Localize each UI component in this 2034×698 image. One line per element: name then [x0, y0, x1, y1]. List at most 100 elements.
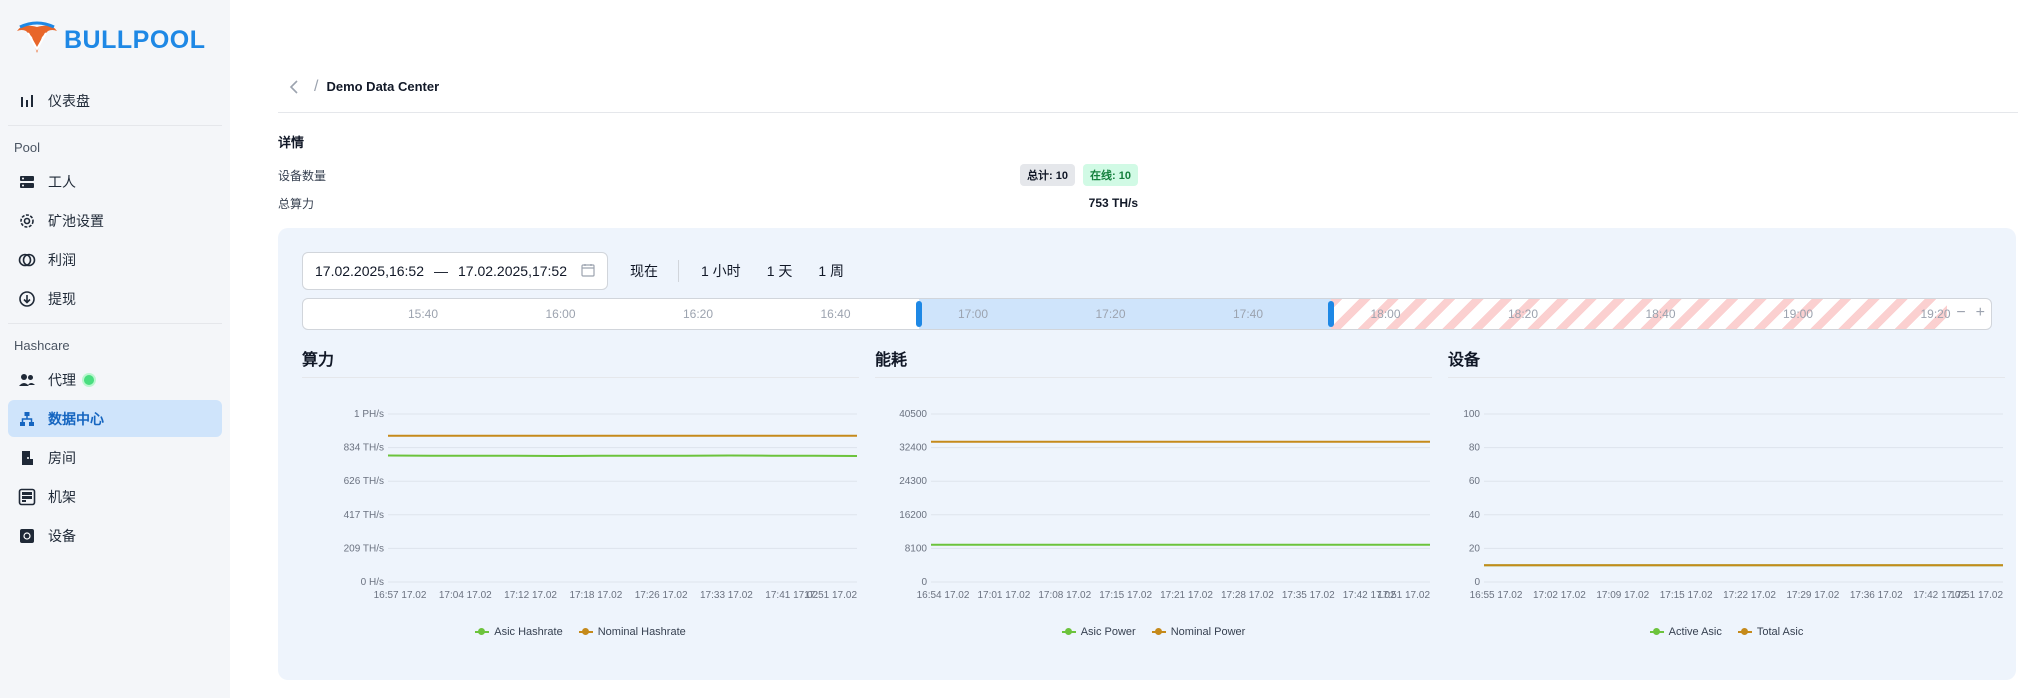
- sidebar-item-label: 设备: [48, 527, 76, 544]
- y-tick-label: 0 H/s: [361, 577, 384, 588]
- x-tick-label: 17:36 17.02: [1850, 590, 1903, 601]
- sidebar-item-label: 工人: [48, 173, 76, 190]
- range-1w-button[interactable]: 1 周: [814, 255, 848, 287]
- sidebar-item-label: 提现: [48, 290, 76, 307]
- hashrate-chart-plot: 0 H/s 209 TH/s 417 TH/s 626 TH/s 834 TH/s 1 P…: [344, 409, 858, 601]
- sidebar-item-withdraw[interactable]: 提现: [8, 280, 222, 317]
- now-button[interactable]: 现在: [626, 255, 662, 287]
- y-tick-label: 417 TH/s: [344, 510, 384, 521]
- timeline-tick-label: 18:00: [1370, 307, 1401, 321]
- range-end: 17.02.2025,17:52: [458, 263, 567, 279]
- chart-title: 能耗: [875, 344, 1432, 378]
- power-chart-plot: 0 8100 16200 24300 32400 40500 16:54 17.02 17:0…: [899, 409, 1430, 601]
- range-1d-button[interactable]: 1 天: [763, 255, 797, 287]
- legend-item[interactable]: Asic Power: [1061, 626, 1136, 638]
- chart-title: 算力: [302, 344, 859, 378]
- sidebar-item-label: 数据中心: [48, 410, 104, 427]
- legend-item[interactable]: Nominal Power: [1151, 626, 1246, 638]
- brand-name: BULLPOOL: [64, 25, 206, 54]
- y-tick-label: 100: [1463, 409, 1480, 420]
- chart-legend: Active Asic Total Asic: [1448, 626, 2005, 638]
- sidebar-item-agents[interactable]: 代理: [8, 361, 222, 398]
- sidebar-item-devices[interactable]: 设备: [8, 517, 222, 554]
- hashrate-row: 总算力 753 TH/s: [278, 189, 1138, 217]
- x-tick-label: 17:01 17.02: [977, 590, 1030, 601]
- legend-item[interactable]: Asic Hashrate: [475, 626, 563, 638]
- timeline-tick-label: 17:20: [1095, 307, 1126, 321]
- x-tick-label: 17:28 17.02: [1221, 590, 1274, 601]
- series-line[interactable]: [387, 454, 858, 458]
- y-tick-label: 40: [1469, 510, 1481, 521]
- legend-label: Active Asic: [1668, 626, 1722, 638]
- x-tick-label: 17:09 17.02: [1596, 590, 1649, 601]
- y-tick-label: 24300: [899, 476, 927, 487]
- timeline-zoom: − +: [1956, 304, 1985, 322]
- devices-chart-plot: 0 20 40 60 80 100 16:55 17.02 17:02 17.02 17:09 …: [1463, 409, 2003, 601]
- devices-chart: 设备 0 20 40 60 80 100 16:55 17.02 17:02 17.02 17:…: [1448, 344, 2005, 638]
- legend-label: Nominal Power: [1170, 626, 1246, 638]
- y-tick-label: 8100: [905, 543, 928, 554]
- y-tick-label: 209 TH/s: [344, 543, 384, 554]
- sidebar-item-label: 矿池设置: [48, 212, 104, 229]
- sidebar-item-profit[interactable]: 利润: [8, 241, 222, 278]
- timeline-tick-label: 15:40: [407, 307, 439, 321]
- y-tick-label: 0: [1474, 577, 1480, 588]
- sidebar-item-data-center[interactable]: 数据中心: [8, 400, 222, 437]
- x-tick-label: 17:02 17.02: [1533, 590, 1586, 601]
- x-tick-label: 17:51 17.02: [804, 590, 857, 601]
- sidebar-item-label: 代理: [48, 371, 76, 388]
- y-tick-label: 40500: [899, 409, 927, 420]
- details-section: 详情 设备数量 总计: 10 在线: 10 总算力 753 TH/s: [278, 132, 1138, 217]
- timeline-tick-label: 16:00: [545, 307, 576, 321]
- x-tick-label: 17:29 17.02: [1786, 590, 1839, 601]
- power-chart: 能耗 0 8100 16200 24300 32400 40500 16:54 17.02 1…: [875, 344, 1432, 638]
- legend-item[interactable]: Active Asic: [1649, 626, 1722, 638]
- timeline-end-handle[interactable]: [1328, 301, 1334, 327]
- x-tick-label: 16:55 17.02: [1470, 590, 1523, 601]
- logo[interactable]: BULLPOOL: [8, 0, 222, 80]
- time-controls: 17.02.2025,16:52 — 17.02.2025,17:52 现在 1…: [302, 252, 1992, 290]
- y-tick-label: 60: [1469, 476, 1481, 487]
- x-tick-label: 17:33 17.02: [700, 590, 753, 601]
- range-1h-button[interactable]: 1 小时: [697, 255, 745, 287]
- sidebar-item-rooms[interactable]: 房间: [8, 439, 222, 476]
- x-tick-label: 17:15 17.02: [1660, 590, 1713, 601]
- withdraw-icon: [18, 290, 36, 308]
- zoom-out-button[interactable]: −: [1956, 304, 1965, 322]
- sidebar-item-dashboard[interactable]: 仪表盘: [8, 82, 222, 119]
- users-icon: [18, 371, 36, 389]
- x-tick-label: 17:22 17.02: [1723, 590, 1776, 601]
- chart-legend: Asic Power Nominal Power: [875, 626, 1432, 638]
- legend-item[interactable]: Nominal Hashrate: [578, 626, 686, 638]
- x-tick-label: 17:35 17.02: [1282, 590, 1335, 601]
- sidebar-item-pool-settings[interactable]: 矿池设置: [8, 202, 222, 239]
- back-chevron-icon[interactable]: [284, 77, 304, 97]
- zoom-in-button[interactable]: +: [1976, 304, 1985, 322]
- rack-icon: [18, 488, 36, 506]
- calendar-icon[interactable]: [581, 263, 595, 280]
- legend-label: Nominal Hashrate: [597, 626, 686, 638]
- device-count-row: 设备数量 总计: 10 在线: 10: [278, 161, 1138, 189]
- y-tick-label: 1 PH/s: [354, 409, 384, 420]
- x-tick-label: 17:51 17.02: [1377, 590, 1430, 601]
- sidebar-item-label: 利润: [48, 251, 76, 268]
- y-tick-label: 16200: [899, 510, 927, 521]
- timeline-tick-label: 16:40: [820, 307, 851, 321]
- legend-item[interactable]: Total Asic: [1737, 626, 1804, 638]
- timeline-tick-label: 16:20: [682, 307, 714, 321]
- legend-label: Total Asic: [1756, 626, 1804, 638]
- chart-title: 设备: [1448, 344, 2005, 378]
- charts-row: 算力 0 H/s 209 TH/s 417 TH/s 626 TH/s 834 TH/s…: [302, 344, 2005, 638]
- x-tick-label: 17:51 17.02: [1950, 590, 2003, 601]
- timeline-slider[interactable]: − + 15:40 16:00 16:20 16:40 17:00 17:20 17:40 1…: [302, 298, 1992, 330]
- sidebar-item-racks[interactable]: 机架: [8, 478, 222, 515]
- chip-icon: [18, 527, 36, 545]
- x-tick-label: 17:26 17.02: [635, 590, 688, 601]
- legend-label: Asic Hashrate: [494, 626, 563, 638]
- sidebar-item-label: 机架: [48, 488, 76, 505]
- y-tick-label: 834 TH/s: [344, 443, 384, 454]
- timeline-start-handle[interactable]: [916, 301, 922, 327]
- date-range-picker[interactable]: 17.02.2025,16:52 — 17.02.2025,17:52: [302, 252, 608, 290]
- server-icon: [18, 173, 36, 191]
- sidebar-item-workers[interactable]: 工人: [8, 163, 222, 200]
